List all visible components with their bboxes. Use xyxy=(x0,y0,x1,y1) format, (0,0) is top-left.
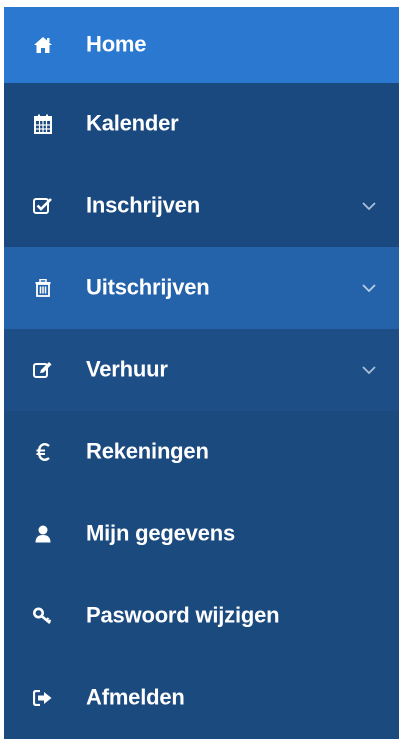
sidebar-item-uitschrijven[interactable]: Uitschrijven xyxy=(4,247,399,329)
sidebar-item-label: Mijn gegevens xyxy=(86,520,235,546)
sidebar-item-label: Home xyxy=(86,31,147,57)
chevron-down-icon xyxy=(361,200,377,212)
sidebar-item-kalender[interactable]: Kalender xyxy=(4,83,399,165)
chevron-down-icon xyxy=(361,364,377,376)
sidebar-item-afmelden[interactable]: Afmelden xyxy=(4,657,399,739)
sidebar-item-paswoord-wijzigen[interactable]: Paswoord wijzigen xyxy=(4,575,399,657)
sidebar-item-inschrijven[interactable]: Inschrijven xyxy=(4,165,399,247)
euro-icon xyxy=(32,441,54,463)
sidebar-item-label: Uitschrijven xyxy=(86,274,210,300)
user-icon xyxy=(32,523,54,545)
sidebar-nav: Home Kalender Inschrijven Uitschrijven V… xyxy=(4,7,399,739)
sidebar-item-label: Verhuur xyxy=(86,356,168,382)
calendar-icon xyxy=(32,113,54,135)
sidebar-item-label: Paswoord wijzigen xyxy=(86,602,280,628)
sidebar-item-label: Rekeningen xyxy=(86,438,209,464)
sidebar-item-verhuur[interactable]: Verhuur xyxy=(4,329,399,411)
sign-out-icon xyxy=(32,687,54,709)
sidebar-item-label: Afmelden xyxy=(86,684,185,710)
chevron-down-icon xyxy=(361,282,377,294)
sidebar-item-mijn-gegevens[interactable]: Mijn gegevens xyxy=(4,493,399,575)
check-square-icon xyxy=(32,195,54,217)
sidebar-item-home[interactable]: Home xyxy=(4,7,399,83)
key-icon xyxy=(32,605,54,627)
sidebar-item-label: Kalender xyxy=(86,110,179,136)
sidebar: Home Kalender Inschrijven Uitschrijven V… xyxy=(0,0,401,739)
sidebar-item-label: Inschrijven xyxy=(86,192,200,218)
sidebar-item-rekeningen[interactable]: Rekeningen xyxy=(4,411,399,493)
trash-icon xyxy=(32,277,54,299)
edit-icon xyxy=(32,359,54,381)
home-icon xyxy=(32,34,54,56)
